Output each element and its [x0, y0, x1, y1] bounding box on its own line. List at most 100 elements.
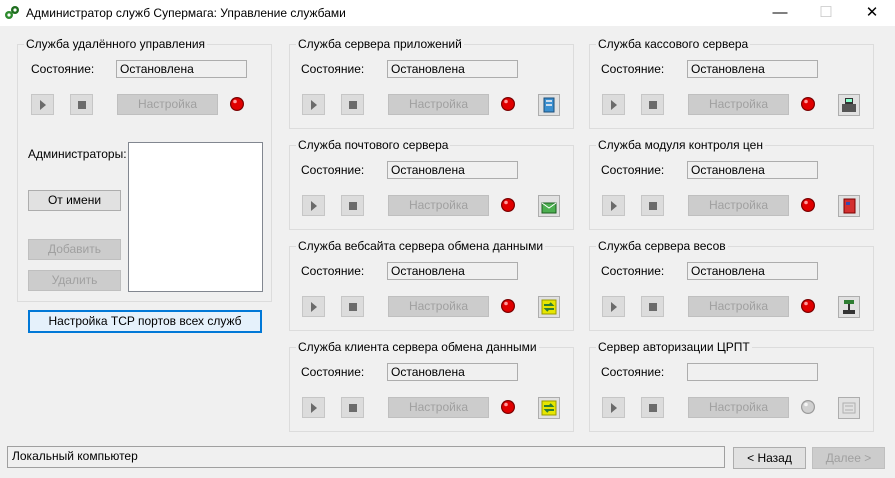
settings-button: Настройка [388, 94, 489, 115]
group-title: Служба модуля контроля цен [596, 138, 765, 152]
scales-icon[interactable] [838, 296, 860, 318]
state-field: Остановлена [116, 60, 247, 78]
status-field: Локальный компьютер [7, 446, 725, 468]
settings-button: Настройка [117, 94, 218, 115]
state-label: Состояние: [601, 365, 665, 379]
as-user-button[interactable]: От имени [28, 190, 121, 211]
state-label: Состояние: [301, 365, 365, 379]
window-title: Администратор служб Супермага: Управлени… [26, 6, 346, 20]
group-title: Служба почтового сервера [296, 138, 451, 152]
mail-icon[interactable] [538, 195, 560, 217]
play-icon [311, 100, 317, 110]
group-title: Служба клиента сервера обмена данными [296, 340, 539, 354]
next-button: Далее > [812, 447, 885, 469]
start-button [602, 296, 625, 317]
settings-button: Настройка [388, 296, 489, 317]
stop-button [641, 397, 664, 418]
state-label: Состояние: [301, 62, 365, 76]
remove-button: Удалить [28, 270, 121, 291]
state-label: Состояние: [301, 264, 365, 278]
stop-icon [78, 101, 86, 109]
admins-list[interactable] [128, 142, 263, 292]
start-button [302, 94, 325, 115]
state-label: Состояние: [601, 264, 665, 278]
settings-button: Настройка [688, 397, 789, 418]
state-label: Состояние: [301, 163, 365, 177]
state-field: Остановлена [387, 60, 518, 78]
state-label: Состояние: [601, 62, 665, 76]
state-field: Остановлена [687, 161, 818, 179]
state-label: Состояние: [601, 163, 665, 177]
group-title: Служба сервера приложений [296, 37, 464, 51]
service-group: Служба вебсайта сервера обмена данными [289, 239, 574, 331]
state-field: Остановлена [387, 262, 518, 280]
start-button [602, 94, 625, 115]
exchange-icon[interactable] [538, 296, 560, 318]
stop-icon [649, 202, 657, 210]
group-title: Служба сервера весов [596, 239, 728, 253]
group-title: Служба кассового сервера [596, 37, 751, 51]
service-group: Служба сервера приложений [289, 37, 574, 129]
start-button [31, 94, 54, 115]
back-button[interactable]: < Назад [733, 447, 806, 469]
state-field: Остановлена [387, 363, 518, 381]
status-led-icon [501, 97, 515, 111]
status-led-icon [501, 198, 515, 212]
close-button[interactable]: ✕ [849, 0, 895, 26]
service-group: Служба клиента сервера обмена данными [289, 340, 574, 432]
stop-button [641, 195, 664, 216]
start-button [602, 195, 625, 216]
status-led-icon [801, 198, 815, 212]
stop-icon [349, 303, 357, 311]
status-led-icon [801, 299, 815, 313]
service-group: Служба почтового сервера [289, 138, 574, 230]
app-icon [5, 6, 19, 19]
state-field: Остановлена [687, 262, 818, 280]
stop-icon [649, 303, 657, 311]
minimize-button[interactable]: — [757, 0, 803, 26]
play-icon [311, 403, 317, 413]
stop-button [341, 296, 364, 317]
play-icon [611, 403, 617, 413]
settings-button: Настройка [388, 195, 489, 216]
stop-button [341, 94, 364, 115]
stop-icon [349, 202, 357, 210]
stop-icon [649, 404, 657, 412]
stop-button [641, 94, 664, 115]
state-field: Остановлена [387, 161, 518, 179]
status-led-icon [501, 400, 515, 414]
status-led-icon [801, 400, 815, 414]
service-group: Сервер авторизации ЦРПТ [589, 340, 874, 432]
status-led-icon [801, 97, 815, 111]
add-button: Добавить [28, 239, 121, 260]
maximize-button: ☐ [819, 4, 833, 21]
state-field [687, 363, 818, 381]
title-bar: Администратор служб Супермага: Управлени… [0, 0, 895, 26]
service-group: Служба кассового сервера [589, 37, 874, 129]
settings-button: Настройка [388, 397, 489, 418]
settings-button: Настройка [688, 94, 789, 115]
start-button [302, 397, 325, 418]
state-label: Состояние: [31, 62, 95, 76]
price-tag-icon[interactable] [838, 195, 860, 217]
cash-register-icon[interactable] [838, 94, 860, 116]
stop-icon [349, 404, 357, 412]
status-led-icon [501, 299, 515, 313]
server-icon[interactable] [538, 94, 560, 116]
stop-button [341, 397, 364, 418]
stop-icon [649, 101, 657, 109]
group-title: Служба вебсайта сервера обмена данными [296, 239, 546, 253]
tcp-ports-button[interactable]: Настройка TCP портов всех служб [28, 310, 262, 333]
group-title: Сервер авторизации ЦРПТ [596, 340, 752, 354]
stop-icon [349, 101, 357, 109]
service-group: Служба модуля контроля цен [589, 138, 874, 230]
play-icon [40, 100, 46, 110]
auth-server-icon [838, 397, 860, 419]
play-icon [611, 100, 617, 110]
play-icon [611, 201, 617, 211]
settings-button: Настройка [688, 195, 789, 216]
exchange-icon[interactable] [538, 397, 560, 419]
stop-button [341, 195, 364, 216]
stop-button [641, 296, 664, 317]
service-group: Служба сервера весов [589, 239, 874, 331]
